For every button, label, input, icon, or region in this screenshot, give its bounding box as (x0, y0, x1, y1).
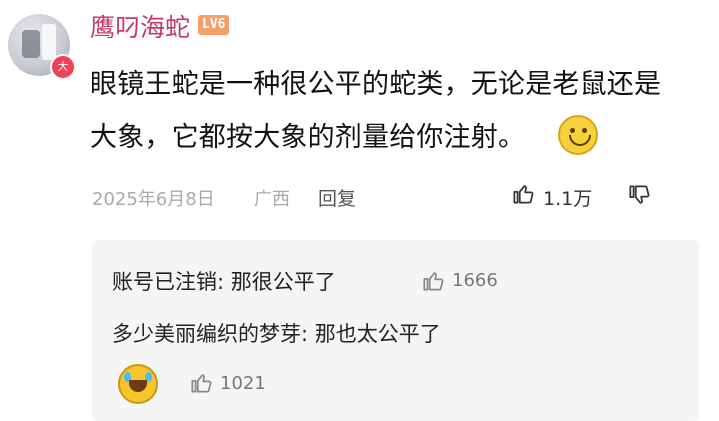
crying-laugh-emoji-icon (118, 364, 158, 404)
like-count: 1.1万 (543, 188, 593, 210)
avatar-shape (42, 24, 56, 60)
thumbs-down-icon[interactable] (626, 182, 652, 208)
thumbs-up-icon[interactable] (188, 370, 214, 396)
comment-region: 广西 (254, 189, 290, 210)
thumbs-up-icon[interactable] (510, 181, 536, 207)
username[interactable]: 鹰叼海蛇 (90, 8, 190, 44)
reply-like-count: 1021 (220, 373, 266, 394)
comment-text-line-2: 大象，它都按大象的剂量给你注射。 (90, 122, 526, 153)
avatar-shape (22, 30, 40, 58)
level-badge: LV6 (198, 15, 230, 35)
thumbs-up-icon[interactable] (420, 268, 446, 294)
reply-like-count: 1666 (452, 270, 498, 291)
reply-item: 多少美丽编织的梦芽: 那也太公平了 (112, 322, 441, 346)
smile-emoji-icon (558, 115, 598, 155)
reply-button[interactable]: 回复 (318, 184, 356, 211)
comment-text-line-1: 眼镜王蛇是一种很公平的蛇类，无论是老鼠还是 (90, 69, 662, 100)
reply-item: 账号已注销: 那很公平了 (112, 270, 336, 294)
avatar-badge: 大 (50, 54, 76, 80)
comment-date: 2025年6月8日 (92, 189, 215, 210)
